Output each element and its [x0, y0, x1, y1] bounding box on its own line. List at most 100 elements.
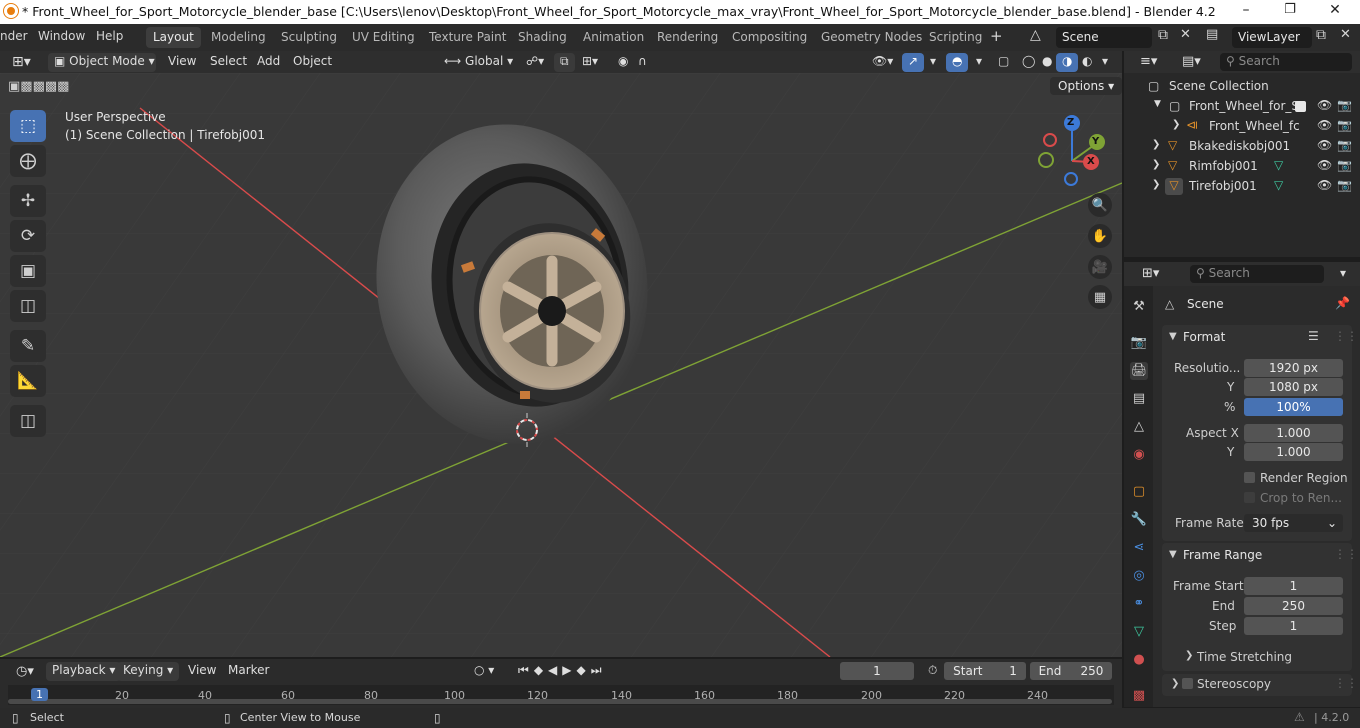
object-tab-icon[interactable]: ▢ [1130, 483, 1148, 501]
new-viewlayer-icon[interactable]: ⧉ [1316, 27, 1326, 43]
camera-icon[interactable]: 📷 [1337, 178, 1352, 192]
outliner-editor-type-icon[interactable]: ≡▾ [1134, 53, 1163, 72]
auto-keying-icon[interactable]: ○ ▾ [468, 662, 500, 681]
frame-range-panel-title[interactable]: Frame Range [1183, 548, 1262, 562]
outliner-row[interactable]: ❯ ▽ Bkakediskobj001 👁 📷 [1124, 137, 1360, 157]
play-icon[interactable]: ▶ [562, 663, 576, 677]
resolution-x-field[interactable]: 1920 px [1244, 359, 1343, 377]
current-frame-field[interactable]: 1 [840, 662, 914, 680]
gizmo-toggle-icon[interactable]: ↗ [902, 53, 925, 72]
physics-tab-icon[interactable]: ◎ [1130, 567, 1148, 585]
delete-scene-icon[interactable]: ✕ [1180, 27, 1191, 42]
constraints-tab-icon[interactable]: ⚭ [1130, 595, 1148, 613]
outliner-row[interactable]: ❯ ▽ Rimfobj001 ▽ 👁 📷 [1124, 157, 1360, 177]
object-menu[interactable]: Object [287, 53, 338, 72]
overlay-toggle-icon[interactable]: ◓ [946, 53, 969, 72]
jump-end-icon[interactable]: ⏭ [591, 663, 607, 677]
eye-icon[interactable]: 👁 [1317, 158, 1332, 172]
camera-icon[interactable]: 📷 [1337, 98, 1352, 112]
camera-view-icon[interactable]: 🎥 [1088, 255, 1112, 279]
frame-end-field[interactable]: 250 [1244, 597, 1343, 615]
pan-hand-icon[interactable]: ✋ [1088, 224, 1112, 248]
add-workspace-icon[interactable]: + [990, 27, 1003, 45]
aspect-x-field[interactable]: 1.000 [1244, 424, 1343, 442]
eye-icon[interactable]: 👁 [1317, 118, 1332, 132]
properties-editor-type-icon[interactable]: ⊞▾ [1136, 265, 1165, 284]
snap-target-icon[interactable]: ⊞▾ [576, 53, 604, 72]
measure-tool[interactable]: 📐 [10, 365, 46, 397]
tab-animation[interactable]: Animation [576, 27, 651, 48]
outliner-row[interactable]: ❯ ▽ Tirefobj001 ▽ 👁 📷 [1124, 177, 1360, 197]
tab-geometry-nodes[interactable]: Geometry Nodes [814, 27, 929, 48]
format-panel-title[interactable]: Format [1183, 330, 1225, 344]
stereoscopy-checkbox[interactable] [1182, 678, 1193, 689]
gizmo-dropdown-icon[interactable]: ▾ [924, 53, 942, 72]
chevron-down-icon[interactable]: ▼ [1169, 331, 1177, 342]
properties-search-input[interactable]: ⚲ Search [1190, 265, 1324, 283]
falloff-icon[interactable]: ∩ [632, 53, 653, 72]
cursor-tool[interactable]: ⨁ [10, 145, 46, 177]
outliner-row[interactable]: ❯ ⧏ Front_Wheel_fc 👁 📷 [1124, 117, 1360, 137]
move-tool[interactable]: ✢ [10, 185, 46, 217]
render-region-checkbox[interactable] [1244, 472, 1255, 483]
viewlayer-selector[interactable]: ViewLayer [1232, 27, 1312, 48]
transform-tool[interactable]: ◫ [10, 290, 46, 322]
select-box-tool[interactable]: ⬚ [10, 110, 46, 142]
visibility-icon[interactable]: 👁▾ [866, 53, 899, 72]
add-cube-tool[interactable]: ◫ [10, 405, 46, 437]
timeline-view-menu[interactable]: View [182, 662, 222, 681]
scene-selector[interactable]: Scene [1056, 27, 1152, 48]
particles-tab-icon[interactable]: ⋖ [1130, 539, 1148, 557]
tab-layout[interactable]: Layout [146, 27, 201, 48]
options-dropdown[interactable]: Options ▾ [1050, 77, 1122, 95]
view-layer-tab-icon[interactable]: ▤ [1130, 390, 1148, 408]
resolution-percent-field[interactable]: 100% [1244, 398, 1343, 416]
eye-icon[interactable]: 👁 [1317, 178, 1332, 192]
tab-uv-editing[interactable]: UV Editing [345, 27, 422, 48]
stereoscopy-label[interactable]: Stereoscopy [1197, 677, 1271, 691]
drag-handle-icon[interactable]: ⋮⋮ [1334, 329, 1358, 343]
outliner-search-input[interactable]: ⚲ Search [1220, 53, 1352, 71]
drag-handle-icon[interactable]: ⋮⋮ [1334, 676, 1358, 690]
eye-icon[interactable]: 👁 [1317, 98, 1332, 112]
presets-list-icon[interactable]: ☰ [1308, 329, 1319, 343]
camera-icon[interactable]: 📷 [1337, 138, 1352, 152]
playback-dropdown[interactable]: Playback ▾ [46, 662, 122, 681]
play-reverse-icon[interactable]: ◀ [548, 663, 562, 677]
timeline-editor-type-icon[interactable]: ◷▾ [10, 663, 40, 682]
preview-range-icon[interactable]: ⏱ [922, 662, 943, 681]
next-keyframe-icon[interactable]: ◆ [577, 663, 591, 677]
menu-render[interactable]: nder [0, 29, 28, 43]
end-frame-field[interactable]: End 250 [1030, 662, 1112, 680]
chevron-right-icon[interactable]: ❯ [1185, 650, 1193, 661]
pivot-icon[interactable]: ☍▾ [520, 53, 550, 72]
shading-dropdown-icon[interactable]: ▾ [1096, 53, 1114, 72]
outliner-row[interactable]: ▼ ▢ Front_Wheel_for_S 👁 📷 [1124, 97, 1360, 117]
view-menu[interactable]: View [162, 53, 202, 72]
drag-handle-icon[interactable]: ⋮⋮ [1334, 547, 1358, 561]
tool-tab-icon[interactable]: ⚒ [1130, 298, 1148, 316]
outliner-display-mode-icon[interactable]: ▤▾ [1176, 53, 1207, 72]
scale-tool[interactable]: ▣ [10, 255, 46, 287]
resolution-y-field[interactable]: 1080 px [1244, 378, 1343, 396]
camera-icon[interactable]: 📷 [1337, 118, 1352, 132]
maximize-button[interactable]: ❐ [1280, 2, 1300, 22]
timeline-marker-menu[interactable]: Marker [222, 662, 275, 681]
time-stretching-label[interactable]: Time Stretching [1197, 650, 1292, 664]
eye-icon[interactable]: 👁 [1317, 138, 1332, 152]
chevron-down-icon[interactable]: ▼ [1169, 549, 1177, 560]
chevron-right-icon[interactable]: ❯ [1152, 179, 1160, 190]
texture-tab-icon[interactable]: ▩ [1130, 687, 1148, 705]
delete-viewlayer-icon[interactable]: ✕ [1340, 27, 1351, 42]
select-menu[interactable]: Select [204, 53, 253, 72]
camera-icon[interactable]: 📷 [1337, 158, 1352, 172]
3d-viewport[interactable]: Z Y X ▣▩▩▩▩ ⬚ ⨁ ✢ ⟳ ▣ ◫ ✎ 📐 ◫ User Persp… [0, 73, 1122, 657]
editor-type-icon[interactable]: ⊞▾ [6, 53, 37, 72]
annotate-tool[interactable]: ✎ [10, 330, 46, 362]
scene-icon[interactable]: △ [1030, 27, 1041, 43]
jump-start-icon[interactable]: ⏮ [518, 663, 534, 677]
xray-icon[interactable]: ▢ [992, 53, 1015, 72]
tab-rendering[interactable]: Rendering [650, 27, 725, 48]
close-button[interactable]: ✕ [1325, 2, 1345, 22]
render-tab-icon[interactable]: 📷 [1130, 334, 1148, 352]
